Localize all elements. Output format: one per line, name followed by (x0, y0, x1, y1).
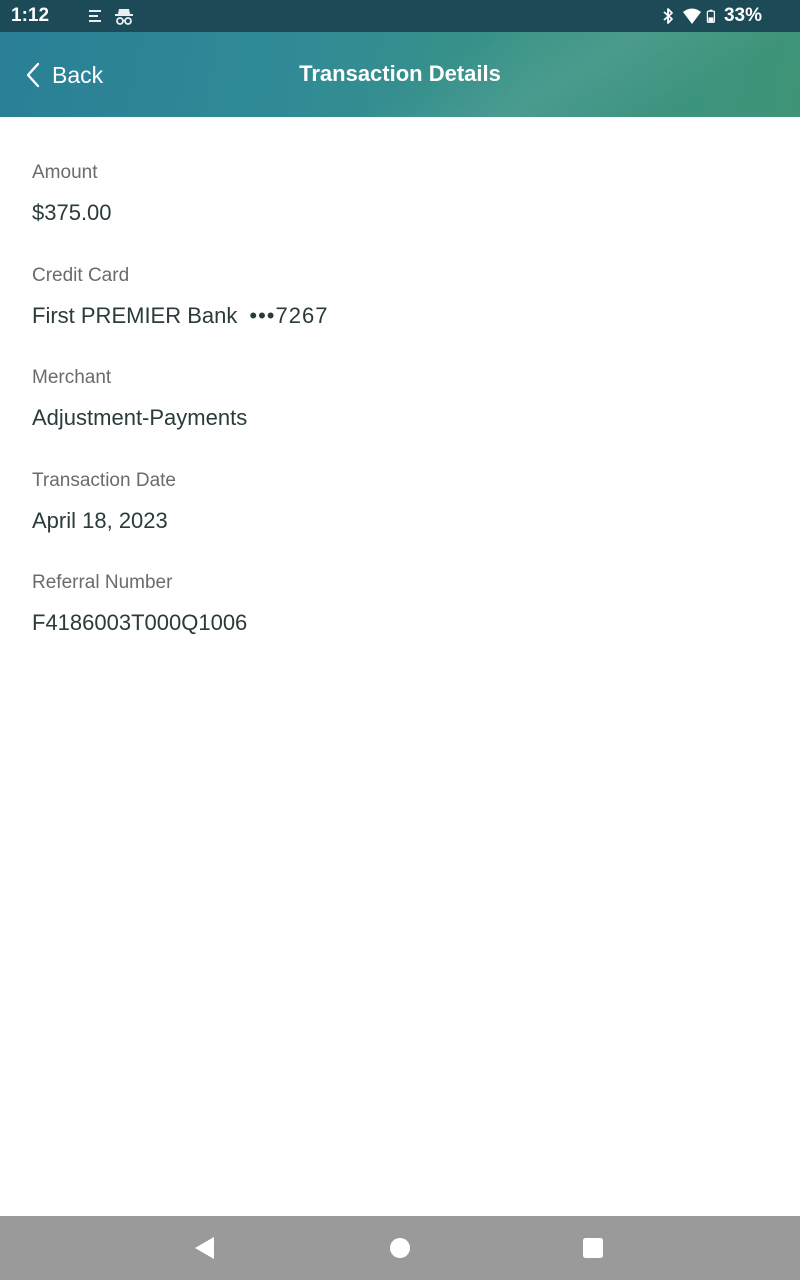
credit-card-masked-number: •••7267 (249, 302, 329, 328)
transaction-date-label: Transaction Date (32, 469, 176, 491)
referral-number-label: Referral Number (32, 572, 173, 593)
nav-recents-icon[interactable] (577, 1232, 609, 1264)
system-nav-bar (0, 1216, 800, 1280)
notes-icon (89, 10, 101, 22)
wifi-icon (682, 8, 701, 24)
credit-card-field: Credit Card First PREMIER Bank •••7267 (32, 263, 768, 366)
credit-card-label: Credit Card (32, 264, 130, 286)
amount-field: Amount $375.00 (32, 160, 768, 263)
status-right-cluster: 33% (658, 5, 762, 27)
transaction-details: Amount $375.00 Credit Card First PREMIER… (32, 160, 768, 673)
page-title: Transaction Details (299, 61, 501, 86)
merchant-label: Merchant (32, 367, 112, 388)
incognito-icon (115, 9, 133, 25)
nav-back-icon[interactable] (188, 1232, 220, 1264)
amount-value: $375.00 (32, 200, 112, 225)
credit-card-bank: First PREMIER Bank (32, 302, 238, 328)
referral-number-value: F4186003T000Q1006 (32, 610, 248, 635)
status-time: 1:12 (11, 5, 50, 26)
transaction-date-value: April 18, 2023 (32, 507, 168, 533)
merchant-value: Adjustment-Payments (32, 405, 248, 430)
status-bar: 1:12 33% (0, 0, 800, 32)
battery-icon (706, 9, 715, 23)
app-header: Back Transaction Details (0, 32, 800, 117)
amount-label: Amount (32, 162, 98, 183)
merchant-field: Merchant Adjustment-Payments (32, 365, 768, 468)
credit-card-value: First PREMIER Bank •••7267 (32, 301, 768, 331)
battery-percent: 33% (723, 5, 762, 26)
referral-number-field: Referral Number F4186003T000Q1006 (32, 570, 768, 673)
bluetooth-icon (663, 8, 673, 24)
transaction-date-field: Transaction Date April 18, 2023 (32, 468, 768, 571)
nav-home-icon[interactable] (384, 1232, 416, 1264)
